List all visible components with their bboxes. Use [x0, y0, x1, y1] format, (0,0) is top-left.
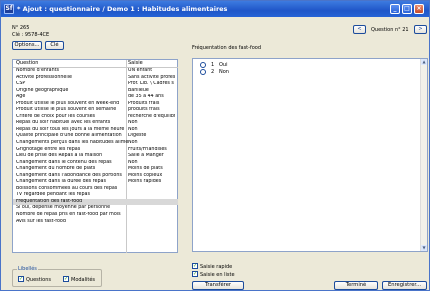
window-title: * Ajout : questionnaire / Demo 1 : Habit… [17, 5, 228, 13]
saisie-en-liste-label: Saisie en liste [200, 272, 235, 278]
questions-checkbox[interactable]: ✓ [18, 276, 24, 282]
response-options-panel: 1 Oui 2 Non ▲ ▼ [192, 58, 428, 252]
saisie-rapide-checkbox[interactable]: ✓ [192, 263, 198, 269]
table-row[interactable]: Avis sur les fast-food [13, 219, 178, 226]
title-bar[interactable]: Sf * Ajout : questionnaire / Demo 1 : Ha… [1, 1, 429, 17]
question-number: Question n° 21 [371, 27, 409, 33]
libelles-group: Libellés ✓ Questions ✓ Modalités [12, 266, 102, 287]
questions-checkbox-label: Questions [26, 277, 51, 283]
termine-button[interactable]: Terminé [334, 281, 378, 290]
response-question-title: Fréquentation des fast-food [192, 45, 262, 51]
option-label-2: Non [219, 69, 229, 75]
modalites-checkbox-label: Modalités [71, 277, 96, 283]
column-header-question[interactable]: Question [16, 60, 38, 67]
maximize-icon[interactable]: □ [402, 4, 412, 14]
main-window: Sf * Ajout : questionnaire / Demo 1 : Ha… [0, 0, 430, 291]
minimize-icon[interactable]: _ [390, 4, 400, 14]
table-rows: Nombre d'enfants UN enfant Activité profes… [13, 68, 178, 225]
option-radio-1[interactable] [200, 62, 206, 68]
question-cell: Avis sur les fast-food [16, 218, 66, 224]
libelles-legend: Libellés [17, 266, 38, 272]
enregistrer-button[interactable]: Enregistrer... [382, 281, 427, 290]
option-number-2: 2 [211, 69, 215, 75]
scroll-down-icon[interactable]: ▼ [421, 245, 427, 251]
next-question-button[interactable]: > [414, 25, 427, 34]
previous-question-button[interactable]: < [353, 25, 366, 34]
modalites-checkbox[interactable]: ✓ [63, 276, 69, 282]
options-button[interactable]: Options... [12, 41, 42, 50]
cle-button[interactable]: Clé [45, 41, 64, 50]
transferer-button[interactable]: Transférer [192, 281, 244, 290]
app-icon: Sf [4, 4, 14, 14]
option-number-1: 1 [211, 62, 215, 68]
column-header-saisie[interactable]: Saisie [128, 60, 143, 67]
option-radio-2[interactable] [200, 69, 206, 75]
record-number: N° 265 [12, 25, 30, 31]
response-scrollbar[interactable]: ▲ ▼ [420, 59, 427, 251]
record-key: Clé : 9578-4CE [12, 32, 50, 38]
scroll-up-icon[interactable]: ▲ [421, 59, 427, 65]
saisie-rapide-label: Saisie rapide [200, 264, 233, 270]
saisie-en-liste-checkbox[interactable]: ✓ [192, 271, 198, 277]
questions-table: Question Saisie Nombre d'enfants UN enfan… [12, 59, 178, 253]
close-icon[interactable]: × [414, 4, 424, 14]
option-label-1: Oui [219, 62, 228, 68]
